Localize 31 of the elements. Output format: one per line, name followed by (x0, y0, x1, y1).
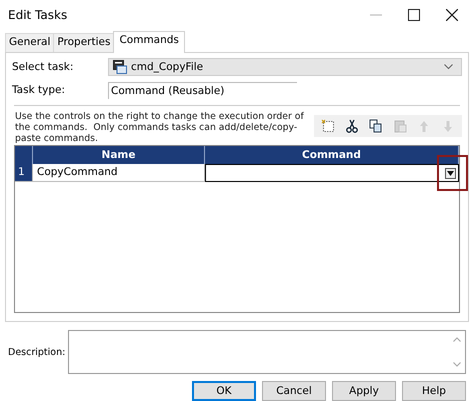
close-icon[interactable] (446, 8, 458, 21)
dialog-button[interactable]: Cancel (262, 381, 326, 401)
command-field[interactable] (205, 164, 459, 182)
chevron-down-icon (444, 64, 453, 70)
scroll-up-icon[interactable] (453, 337, 461, 342)
browse-icon[interactable] (445, 168, 456, 179)
dialog-button[interactable]: Apply (332, 381, 396, 401)
row-number: 1 (15, 164, 33, 182)
tab[interactable]: Properties (53, 33, 114, 52)
description-field[interactable] (68, 330, 466, 374)
dialog-button[interactable]: OK (192, 381, 256, 401)
scroll-down-icon[interactable] (453, 362, 461, 367)
dialog-button[interactable]: Help (402, 381, 466, 401)
maximize-icon[interactable] (408, 8, 420, 21)
task-type-field: Command (Reusable) (108, 82, 297, 99)
tab[interactable]: General (5, 33, 54, 52)
highlight-frame (437, 155, 468, 192)
task-dropdown[interactable]: cmd_CopyFile (108, 58, 462, 76)
tab[interactable]: Commands (113, 31, 185, 54)
column-header: Command (205, 146, 459, 164)
field-label: Description: (8, 346, 66, 358)
command-icon (113, 60, 127, 74)
new-icon[interactable] (320, 118, 336, 134)
scissors-icon[interactable] (344, 118, 360, 134)
copy-icon[interactable] (368, 118, 384, 134)
instructions-text: Use the controls on the right to change the execution order of the commands. Only commands tasks can add/delete/copy-paste commands. (14, 111, 305, 144)
field-label: Task type: (12, 84, 66, 96)
window-title: Edit Tasks (8, 8, 68, 22)
field-label: Select task: (12, 61, 74, 74)
column-header: Name (33, 146, 205, 164)
table-cell: CopyCommand (33, 164, 205, 182)
